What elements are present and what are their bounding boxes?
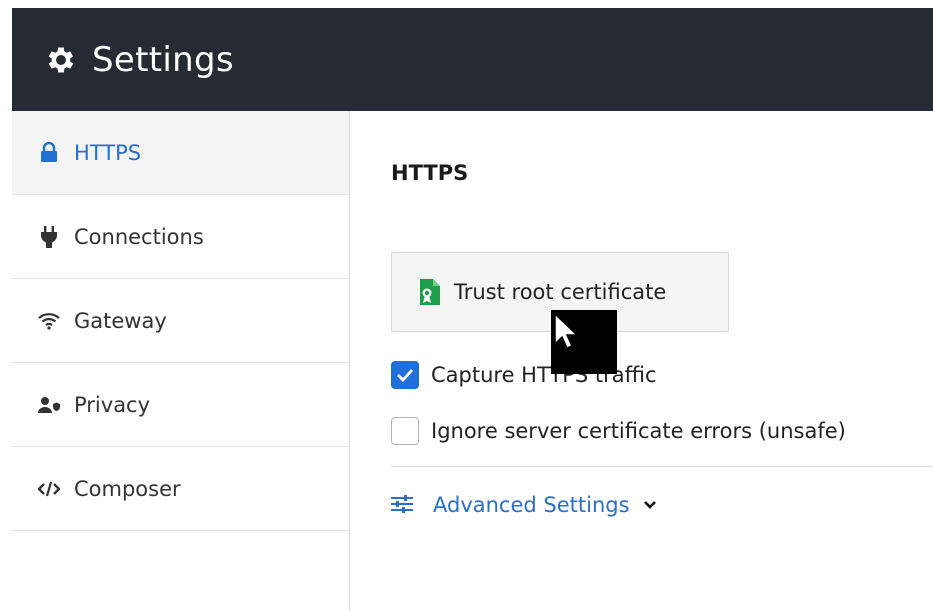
trust-button-label: Trust root certificate — [454, 280, 667, 304]
sliders-icon — [391, 494, 413, 516]
sidebar-item-https[interactable]: HTTPS — [12, 111, 349, 195]
settings-sidebar: HTTPS Connections Gateway Privacy Compos… — [12, 111, 350, 611]
gear-icon — [44, 43, 78, 77]
advanced-settings-toggle[interactable]: Advanced Settings — [391, 493, 658, 517]
plug-icon — [38, 225, 60, 248]
wifi-icon — [38, 310, 60, 332]
sidebar-item-label: Connections — [74, 224, 204, 249]
capture-https-label: Capture HTTPS traffic — [431, 363, 657, 387]
certificate-icon — [418, 279, 440, 305]
sidebar-item-gateway[interactable]: Gateway — [12, 279, 349, 363]
advanced-settings-label: Advanced Settings — [433, 493, 630, 517]
settings-window: Settings HTTPS Connections Gateway Priva… — [0, 0, 933, 611]
page-title: Settings — [92, 39, 234, 80]
sidebar-item-connections[interactable]: Connections — [12, 195, 349, 279]
section-divider — [391, 466, 933, 467]
sidebar-item-label: Privacy — [74, 392, 151, 417]
sidebar-item-composer[interactable]: Composer — [12, 447, 349, 531]
user-shield-icon — [38, 394, 60, 416]
mouse-pointer-icon — [554, 312, 579, 349]
capture-https-checkbox[interactable] — [391, 361, 419, 389]
ignore-errors-label: Ignore server certificate errors (unsafe… — [431, 419, 846, 443]
code-icon — [38, 478, 60, 500]
section-title: HTTPS — [391, 161, 469, 185]
mouse-cursor-overlay — [551, 310, 617, 374]
ignore-errors-checkbox[interactable] — [391, 417, 419, 445]
https-settings-panel: HTTPS Trust root certificate Capture HTT… — [351, 111, 933, 611]
sidebar-item-privacy[interactable]: Privacy — [12, 363, 349, 447]
settings-header: Settings — [12, 8, 933, 111]
checkmark-icon — [397, 369, 414, 382]
lock-icon — [38, 141, 60, 163]
sidebar-item-label: Composer — [74, 476, 181, 501]
chevron-down-icon — [642, 497, 658, 513]
ignore-errors-row: Ignore server certificate errors (unsafe… — [391, 417, 846, 445]
sidebar-item-label: Gateway — [74, 308, 167, 333]
sidebar-item-label: HTTPS — [74, 141, 142, 165]
